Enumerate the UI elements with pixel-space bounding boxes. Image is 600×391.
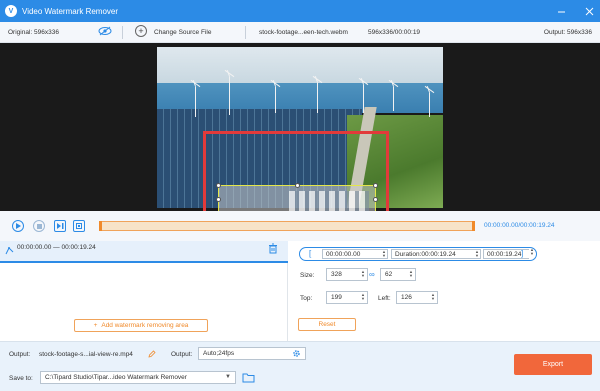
start-time-value: 00:00:00.00 (326, 250, 361, 258)
end-time-value: 00:00:19.24 (487, 250, 522, 258)
save-to-label: Save to: (9, 375, 33, 382)
play-button[interactable] (12, 220, 24, 232)
reset-button[interactable]: Reset (298, 318, 356, 331)
playback-time: 00:00:00.00/00:00:19.24 (484, 222, 555, 229)
settings-panel: [ 00:00:00.00 ▲ ▼ Duration:00:00:19.24 ▲ ▼… (289, 241, 600, 341)
height-value: 62 (385, 271, 393, 278)
save-path-value: C:\Tipard Studio\Tipar...ideo Watermark … (45, 374, 187, 381)
title-bar: V Video Watermark Remover (0, 0, 600, 22)
wind-turbine (363, 85, 364, 113)
wind-turbine (195, 87, 196, 117)
edit-icon[interactable] (148, 350, 156, 360)
link-icon[interactable]: ∞ (369, 270, 375, 279)
minimize-button[interactable] (554, 4, 568, 18)
resize-handle[interactable] (216, 197, 221, 202)
minimize-icon (557, 11, 565, 12)
wind-turbine (229, 77, 230, 115)
chevron-down-icon[interactable]: ▼ (225, 374, 231, 380)
clip-icon (76, 223, 82, 229)
save-path-select[interactable]: C:\Tipard Studio\Tipar...ideo Watermark … (40, 371, 236, 384)
resize-handle[interactable] (373, 197, 378, 202)
stop-button[interactable] (33, 220, 45, 232)
source-resolution-duration: 596x336/00:00:19 (368, 28, 421, 36)
spin-icon[interactable]: ▲ ▼ (474, 250, 480, 258)
format-value: Auto;24fps (203, 350, 235, 357)
time-range-control: [ 00:00:00.00 ▲ ▼ Duration:00:00:19.24 ▲ ▼… (299, 247, 537, 261)
spin-icon[interactable]: ▲ ▼ (430, 293, 436, 301)
sky (157, 47, 443, 85)
segment-row[interactable]: 00:00:00.00 — 00:00:19.24 (0, 241, 288, 263)
top-label: Top: (300, 295, 313, 302)
add-file-icon[interactable]: + (135, 25, 147, 37)
output-size: Output: 596x336 (543, 28, 592, 36)
height-field[interactable]: 62 ▲ ▼ (380, 268, 416, 281)
format-label: Output: (171, 351, 193, 358)
left-label: Left: (378, 295, 391, 302)
duration-field[interactable]: Duration:00:00:19.24 ▲ ▼ (391, 249, 481, 259)
source-filename: stock-footage...een-tech.webm (259, 28, 348, 36)
format-select[interactable]: Auto;24fps (198, 347, 306, 360)
bracket-left-icon[interactable]: [ (309, 249, 311, 258)
resize-handle[interactable] (373, 183, 378, 188)
top-value: 199 (331, 294, 342, 301)
add-watermark-area-button[interactable]: + Add watermark removing area (74, 319, 208, 332)
next-frame-icon (56, 223, 63, 229)
close-icon (585, 7, 593, 15)
eye-icon[interactable] (98, 26, 112, 38)
spin-icon[interactable]: ▲ ▼ (530, 248, 534, 256)
output-label: Output: (9, 351, 31, 358)
timeline-track[interactable] (99, 221, 475, 231)
spin-icon[interactable]: ▲ ▼ (360, 270, 366, 278)
resize-handle[interactable] (295, 183, 300, 188)
resize-handle[interactable] (216, 183, 221, 188)
original-size: Original: 596x336 (8, 28, 59, 36)
width-value: 328 (331, 271, 342, 278)
start-time-field[interactable]: 00:00:00.00 ▲ ▼ (322, 249, 388, 259)
spin-icon[interactable]: ▲ ▼ (360, 293, 366, 301)
top-field[interactable]: 199 ▲ ▼ (326, 291, 368, 304)
bracket-right-icon[interactable]: ] (521, 249, 523, 258)
left-value: 126 (401, 294, 412, 301)
info-bar: Original: 596x336 + Change Source File s… (0, 22, 600, 43)
output-bar: Output: stock-footage-s...ial-view-re.mp… (0, 341, 600, 391)
stop-icon (36, 223, 42, 229)
plus-icon: + (93, 322, 98, 329)
folder-icon[interactable] (242, 372, 255, 385)
clip-button[interactable] (73, 220, 85, 232)
window-title: Video Watermark Remover (22, 6, 119, 16)
left-field[interactable]: 126 ▲ ▼ (396, 291, 438, 304)
gear-icon[interactable] (292, 349, 301, 360)
segment-time-range: 00:00:00.00 — 00:00:19.24 (17, 244, 96, 251)
close-button[interactable] (582, 4, 596, 18)
wind-turbine (393, 87, 394, 111)
timeline-start-handle[interactable] (99, 221, 102, 231)
duration-value: Duration:00:00:19.24 (395, 250, 456, 258)
app-logo: V (5, 5, 17, 17)
size-label: Size: (300, 272, 315, 279)
timeline-end-handle[interactable] (472, 221, 475, 231)
wind-turbine (317, 83, 318, 113)
width-field[interactable]: 328 ▲ ▼ (326, 268, 368, 281)
output-filename: stock-footage-s...ial-view-re.mp4 (39, 351, 133, 358)
next-frame-button[interactable] (54, 220, 66, 232)
play-icon (16, 223, 21, 229)
add-area-label: Add watermark removing area (101, 322, 189, 329)
trash-icon[interactable] (268, 243, 278, 256)
watermark-blur (289, 191, 369, 211)
video-preview (0, 43, 600, 226)
playback-bar: 00:00:00.00/00:00:19.24 (0, 211, 600, 241)
spin-icon[interactable]: ▲ ▼ (381, 250, 387, 258)
segment-list: 00:00:00.00 — 00:00:19.24 + Add watermar… (0, 241, 288, 341)
divider (122, 26, 123, 39)
wind-turbine (275, 87, 276, 113)
divider (245, 26, 246, 39)
export-button[interactable]: Export (514, 354, 592, 375)
spin-icon[interactable]: ▲ ▼ (408, 270, 414, 278)
wind-turbine (429, 93, 430, 117)
change-source-button[interactable]: Change Source File (154, 29, 211, 36)
segment-icon (5, 246, 14, 257)
